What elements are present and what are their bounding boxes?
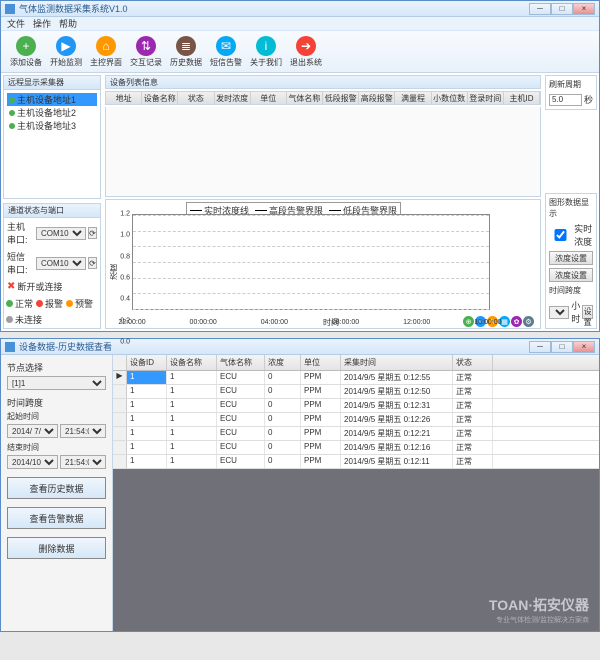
- legend-item: 未连接: [6, 313, 42, 326]
- legend-item: 报警: [36, 297, 63, 310]
- titlebar[interactable]: 设备数据-历史数据查看 ─ □ ×: [1, 339, 599, 355]
- data-grid[interactable]: 设备ID设备名称气体名称浓度单位采集时间状态 ▶11ECU0PPM2014/9/…: [113, 355, 599, 469]
- chart-options-box: 图形数据显示 实时浓度 浓度设置 浓度设置 时间跨度 24 小时 设置: [545, 193, 597, 329]
- chart-area: 实时浓度线高段告警界限低段告警界限 浓度 时间 ⊕ ◐ ↻ ▦ ✿ ⚙ 0.00…: [105, 199, 541, 329]
- connection-title: 通道状态与端口: [4, 204, 100, 218]
- tool-icon[interactable]: ✿: [511, 316, 522, 327]
- reconnect-label[interactable]: 断开或连接: [17, 280, 62, 293]
- refresh-input[interactable]: [549, 94, 582, 106]
- table-row[interactable]: 11ECU0PPM2014/9/5 星期五 0:12:26正常: [113, 413, 599, 427]
- close-button[interactable]: ×: [573, 3, 595, 15]
- device-table-body[interactable]: [105, 107, 541, 197]
- table-row[interactable]: 11ECU0PPM2014/9/5 星期五 0:12:21正常: [113, 427, 599, 441]
- query-panel: 节点选择 [1]1 时间跨度 起始时间 2014/ 7/31 21:54:00 …: [1, 355, 113, 631]
- timespan-label: 时间跨度: [549, 285, 593, 296]
- sms-port-select[interactable]: COM10: [36, 257, 86, 270]
- end-date[interactable]: 2014/10/ 9 星期四: [7, 455, 58, 469]
- close-button[interactable]: ×: [573, 341, 595, 353]
- menu-operate[interactable]: 操作: [33, 17, 51, 30]
- toolbar-添加设备[interactable]: +添加设备: [7, 33, 45, 71]
- tool-icon[interactable]: ⊕: [463, 316, 474, 327]
- main-window: 气体监测数据采集系统V1.0 ─ □ × 文件 操作 帮助 +添加设备▶开始监测…: [0, 0, 600, 332]
- toolbar-退出系统[interactable]: ➔退出系统: [287, 33, 325, 71]
- menu-help[interactable]: 帮助: [59, 17, 77, 30]
- tree-item[interactable]: 主机设备地址3: [7, 119, 97, 132]
- titlebar[interactable]: 气体监测数据采集系统V1.0 ─ □ ×: [1, 1, 599, 17]
- menu-file[interactable]: 文件: [7, 17, 25, 30]
- app-icon: [5, 4, 15, 14]
- minimize-button[interactable]: ─: [529, 3, 551, 15]
- toolbar-主控界面[interactable]: ⌂主控界面: [87, 33, 125, 71]
- timespan-select[interactable]: 24: [549, 306, 569, 319]
- node-label: 节点选择: [7, 361, 106, 374]
- device-tree: 主机设备地址1主机设备地址2主机设备地址3: [4, 90, 100, 135]
- opt-button[interactable]: 浓度设置: [549, 251, 593, 265]
- chart-plot[interactable]: [132, 214, 490, 310]
- host-port-select[interactable]: COM10: [36, 227, 86, 240]
- refresh-icon[interactable]: ⟳: [88, 257, 97, 269]
- grid-header: 设备ID设备名称气体名称浓度单位采集时间状态: [113, 355, 599, 371]
- toolbar-关于我们[interactable]: i关于我们: [247, 33, 285, 71]
- sms-port-label: 短信串口:: [7, 250, 34, 276]
- app-icon: [5, 342, 15, 352]
- opt-button[interactable]: 浓度设置: [549, 268, 593, 282]
- device-table-header: 地址设备名称状态发时浓度单位气体名称低段报警高段报警满量程小数位数登录时间主机I…: [105, 91, 541, 105]
- start-date[interactable]: 2014/ 7/31: [7, 424, 58, 438]
- tree-item[interactable]: 主机设备地址1: [7, 93, 97, 106]
- refresh-label: 刷新周期: [549, 79, 593, 90]
- tree-item[interactable]: 主机设备地址2: [7, 106, 97, 119]
- toolbar-开始监测[interactable]: ▶开始监测: [47, 33, 85, 71]
- menubar: 文件 操作 帮助: [1, 17, 599, 31]
- opt-check[interactable]: [549, 229, 572, 241]
- connection-panel: 通道状态与端口 主机串口: COM10 ⟳ 短信串口: COM10 ⟳ ✖ 断开…: [3, 203, 101, 329]
- toolbar-历史数据[interactable]: ≣历史数据: [167, 33, 205, 71]
- table-row[interactable]: 11ECU0PPM2014/9/5 星期五 0:12:31正常: [113, 399, 599, 413]
- maximize-button[interactable]: □: [551, 3, 573, 15]
- view-alarm-button[interactable]: 查看告警数据: [7, 507, 106, 529]
- chart-options-title: 图形数据显示: [549, 197, 593, 219]
- timespan-label: 时间跨度: [7, 396, 106, 409]
- table-row[interactable]: 11ECU0PPM2014/9/5 星期五 0:12:11正常: [113, 455, 599, 469]
- end-time[interactable]: 21:54:00: [60, 455, 106, 469]
- refresh-box: 刷新周期 秒: [545, 75, 597, 110]
- start-label: 起始时间: [7, 411, 106, 422]
- legend-item: 正常: [6, 297, 33, 310]
- table-row[interactable]: 11ECU0PPM2014/9/5 星期五 0:12:50正常: [113, 385, 599, 399]
- toolbar: +添加设备▶开始监测⌂主控界面⇅交互记录≣历史数据✉短信告警i关于我们➔退出系统: [1, 31, 599, 73]
- view-history-button[interactable]: 查看历史数据: [7, 477, 106, 499]
- refresh-icon[interactable]: ⟳: [88, 227, 97, 239]
- end-label: 结束时间: [7, 442, 106, 453]
- host-port-label: 主机串口:: [7, 220, 34, 246]
- disconnect-icon: ✖: [7, 281, 15, 292]
- table-row[interactable]: ▶11ECU0PPM2014/9/5 星期五 0:12:55正常: [113, 371, 599, 385]
- node-select[interactable]: [1]1: [7, 376, 106, 390]
- tool-icon[interactable]: ⚙: [523, 316, 534, 327]
- history-window: 设备数据-历史数据查看 ─ □ × 节点选择 [1]1 时间跨度 起始时间 20…: [0, 338, 600, 632]
- start-time[interactable]: 21:54:00: [60, 424, 106, 438]
- status-legend: 正常报警预警未连接: [4, 295, 100, 328]
- delete-data-button[interactable]: 删除数据: [7, 537, 106, 559]
- device-table-title: 设备列表信息: [105, 75, 541, 89]
- refresh-unit: 秒: [584, 93, 593, 106]
- device-tree-panel: 远程显示采集器 主机设备地址1主机设备地址2主机设备地址3: [3, 75, 101, 199]
- data-grid-area: 设备ID设备名称气体名称浓度单位采集时间状态 ▶11ECU0PPM2014/9/…: [113, 355, 599, 631]
- legend-item: 预警: [66, 297, 93, 310]
- timespan-set-button[interactable]: 设置: [582, 305, 593, 319]
- maximize-button[interactable]: □: [551, 341, 573, 353]
- window-title: 气体监测数据采集系统V1.0: [19, 2, 529, 15]
- minimize-button[interactable]: ─: [529, 341, 551, 353]
- table-row[interactable]: 11ECU0PPM2014/9/5 星期五 0:12:16正常: [113, 441, 599, 455]
- window-title: 设备数据-历史数据查看: [19, 340, 529, 353]
- brand-watermark: TOAN·拓安仪器 专业气体检测/监控解决方案商: [489, 595, 589, 625]
- toolbar-短信告警[interactable]: ✉短信告警: [207, 33, 245, 71]
- grid-body: ▶11ECU0PPM2014/9/5 星期五 0:12:55正常11ECU0PP…: [113, 371, 599, 469]
- toolbar-交互记录[interactable]: ⇅交互记录: [127, 33, 165, 71]
- device-tree-title: 远程显示采集器: [4, 76, 100, 90]
